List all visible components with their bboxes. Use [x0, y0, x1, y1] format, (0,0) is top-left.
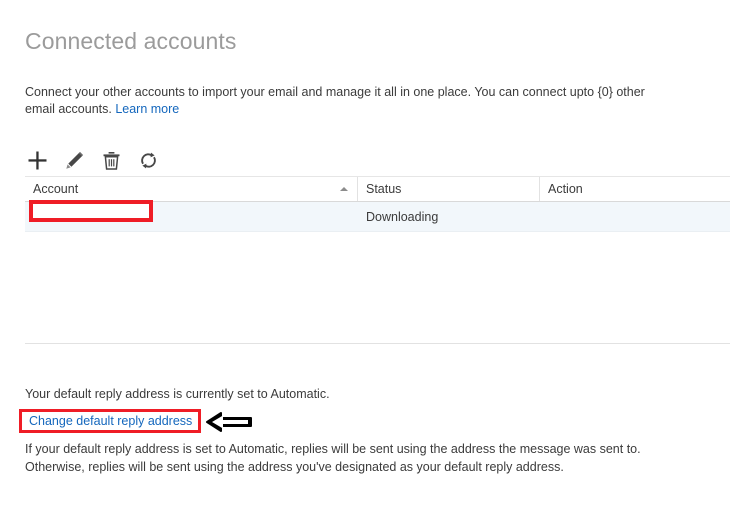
pencil-icon	[65, 151, 84, 170]
change-reply-address-highlight: Change default reply address	[19, 409, 201, 433]
connected-accounts-page: Connected accounts Connect your other ac…	[0, 0, 730, 519]
column-header-action-label: Action	[548, 182, 583, 196]
grid-header-row: Account Status Action	[25, 176, 730, 202]
grid-empty-area	[25, 232, 730, 337]
account-redaction-box	[29, 200, 153, 222]
intro-description: Connect your other accounts to import yo…	[25, 84, 665, 118]
column-header-action[interactable]: Action	[540, 177, 730, 201]
trash-icon	[102, 151, 121, 170]
column-header-account-label: Account	[33, 182, 79, 196]
reply-address-status: Your default reply address is currently …	[25, 387, 330, 401]
refresh-accounts-button[interactable]	[136, 148, 160, 172]
plus-icon	[28, 151, 47, 170]
column-header-account[interactable]: Account	[25, 177, 358, 201]
sort-ascending-icon	[340, 187, 348, 191]
edit-account-button[interactable]	[62, 148, 86, 172]
column-header-status[interactable]: Status	[358, 177, 540, 201]
page-title: Connected accounts	[25, 28, 237, 54]
reply-address-footnote: If your default reply address is set to …	[25, 442, 641, 474]
change-default-reply-address-link[interactable]: Change default reply address	[22, 414, 192, 428]
pointer-arrow-annotation	[205, 410, 253, 434]
column-header-status-label: Status	[366, 182, 402, 196]
cell-status: Downloading	[366, 209, 439, 224]
refresh-icon	[139, 151, 158, 170]
accounts-toolbar	[25, 147, 160, 173]
learn-more-link[interactable]: Learn more	[115, 102, 179, 116]
cell-action	[540, 202, 730, 231]
delete-account-button[interactable]	[99, 148, 123, 172]
add-account-button[interactable]	[25, 148, 49, 172]
section-divider	[25, 343, 730, 344]
